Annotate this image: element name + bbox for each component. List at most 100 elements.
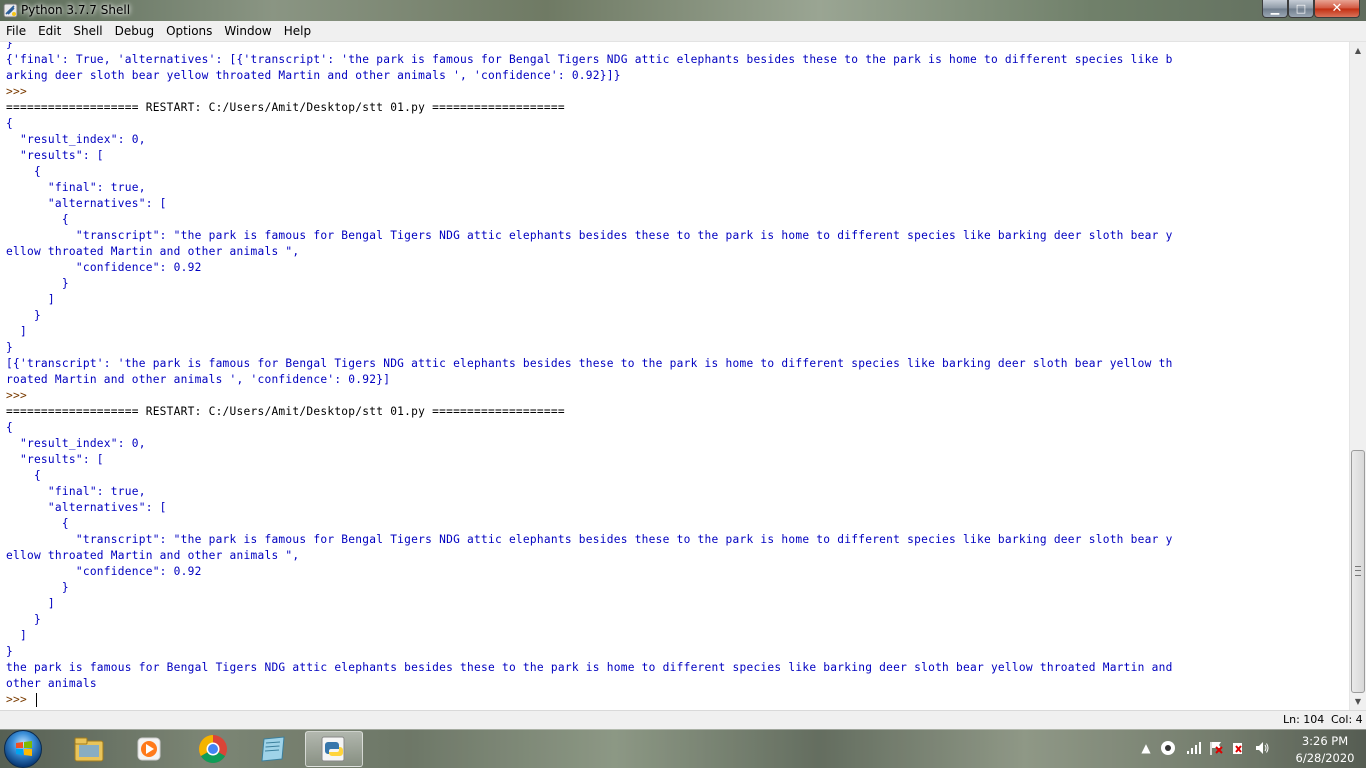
scrollbar-thumb[interactable] [1351, 450, 1365, 693]
menu-file[interactable]: File [0, 24, 32, 38]
show-hidden-icons-arrow-icon[interactable]: ▲ [1138, 740, 1154, 756]
shell-output-line: } [6, 580, 1173, 596]
shell-output-line: "confidence": 0.92 [6, 260, 1173, 276]
notepad-icon [261, 736, 285, 762]
shell-output-line: ellow throated Martin and other animals … [6, 548, 1173, 564]
shell-output-line: "transcript": "the park is famous for Be… [6, 532, 1173, 548]
line-text: { [6, 165, 41, 178]
vertical-scrollbar[interactable]: ▲ ▼ [1349, 42, 1366, 710]
shell-output-line: ] [6, 324, 1173, 340]
shell-output-line: ] [6, 628, 1173, 644]
line-text: >>> [6, 693, 34, 706]
line-text: { [6, 421, 13, 434]
line-text: { [6, 469, 41, 482]
line-text: ] [6, 597, 55, 610]
line-text: >>> [6, 85, 34, 98]
status-bar: Ln: 104 Col: 4 [0, 710, 1366, 729]
shell-output-line: ] [6, 292, 1173, 308]
windows-logo-icon [16, 741, 32, 756]
shell-output-line: arking deer sloth bear yellow throated M… [6, 68, 1173, 84]
line-text: "transcript": "the park is famous for Be… [6, 533, 1173, 546]
shell-output-line: "result_index": 0, [6, 436, 1173, 452]
shell-prompt-line: >>> [6, 84, 1173, 100]
menu-window[interactable]: Window [218, 24, 277, 38]
shell-output-line: "confidence": 0.92 [6, 564, 1173, 580]
title-bar[interactable]: Python 3.7.7 Shell ▁ □ ✕ [0, 0, 1366, 21]
shell-output-line: { [6, 516, 1173, 532]
line-text: } [6, 613, 41, 626]
clock-date[interactable]: 6/28/2020 [1290, 751, 1360, 765]
line-text: "transcript": "the park is famous for Be… [6, 229, 1173, 242]
chrome-icon [199, 735, 227, 763]
shell-output-line: the park is famous for Bengal Tigers NDG… [6, 660, 1173, 676]
shell-output-line: "alternatives": [ [6, 196, 1173, 212]
line-text: } [6, 645, 13, 658]
shell-output-line: "final": true, [6, 484, 1173, 500]
shell-output-line: [{'transcript': 'the park is famous for … [6, 356, 1173, 372]
menu-edit[interactable]: Edit [32, 24, 67, 38]
line-text: "result_index": 0, [6, 437, 146, 450]
shell-output-line: { [6, 164, 1173, 180]
line-text: ] [6, 293, 55, 306]
shell-text-area[interactable]: } {'final': True, 'alternatives': [{'tran… [0, 42, 1349, 710]
menu-bar: File Edit Shell Debug Options Window Hel… [0, 21, 1366, 42]
status-line-number: Ln: 104 [1283, 713, 1325, 726]
line-text: ellow throated Martin and other animals … [6, 245, 300, 258]
line-text: { [6, 213, 69, 226]
shell-output-line: } [6, 644, 1173, 660]
line-text: =================== RESTART: C:/Users/Am… [6, 405, 565, 418]
line-text: "final": true, [6, 181, 146, 194]
shell-output-line: } [6, 42, 1173, 52]
file-explorer-icon [74, 737, 104, 762]
scroll-down-arrow-icon[interactable]: ▼ [1350, 693, 1366, 710]
menu-shell[interactable]: Shell [67, 24, 108, 38]
line-text: roated Martin and other animals ', 'conf… [6, 373, 391, 386]
python-feather-icon [3, 3, 18, 18]
clock-time[interactable]: 3:26 PM [1293, 734, 1357, 748]
start-button[interactable] [4, 730, 42, 768]
taskbar-python-idle[interactable] [305, 731, 363, 767]
taskbar: ▲ 3:26 PM 6/28/2020 [0, 729, 1366, 768]
taskbar-media-player[interactable] [120, 731, 178, 767]
signal-strength-icon[interactable] [1186, 740, 1202, 756]
menu-options[interactable]: Options [160, 24, 218, 38]
text-cursor [35, 693, 37, 707]
taskbar-file-explorer[interactable] [60, 731, 118, 767]
shell-output-line: "transcript": "the park is famous for Be… [6, 228, 1173, 244]
menu-help[interactable]: Help [278, 24, 317, 38]
taskbar-chrome[interactable] [184, 731, 242, 767]
line-text: "results": [ [6, 453, 104, 466]
shell-prompt-line: >>> [6, 692, 1173, 708]
line-text: "result_index": 0, [6, 133, 146, 146]
action-center-flag-icon[interactable] [1208, 740, 1224, 756]
shell-prompt-line: >>> [6, 388, 1173, 404]
line-text: "confidence": 0.92 [6, 261, 202, 274]
close-button[interactable]: ✕ [1314, 0, 1360, 18]
line-text: ] [6, 629, 27, 642]
shell-output-line: "results": [ [6, 148, 1173, 164]
line-text: the park is famous for Bengal Tigers NDG… [6, 661, 1173, 674]
maximize-button[interactable]: □ [1288, 0, 1314, 18]
line-text: "results": [ [6, 149, 104, 162]
line-text: [{'transcript': 'the park is famous for … [6, 357, 1173, 370]
scrollbar-grip-icon [1355, 566, 1361, 576]
power-battery-icon[interactable] [1230, 740, 1246, 756]
shell-output-line: } [6, 276, 1173, 292]
shell-output-line: "results": [ [6, 452, 1173, 468]
shell-output-line: { [6, 116, 1173, 132]
scroll-up-arrow-icon[interactable]: ▲ [1350, 42, 1366, 59]
media-player-icon [137, 737, 161, 761]
volume-speaker-icon[interactable] [1254, 740, 1270, 756]
shell-output-line: { [6, 420, 1173, 436]
minimize-button[interactable]: ▁ [1262, 0, 1288, 18]
shell-output-line: "result_index": 0, [6, 132, 1173, 148]
shell-output-line: ] [6, 596, 1173, 612]
menu-debug[interactable]: Debug [109, 24, 160, 38]
line-text: "alternatives": [ [6, 501, 167, 514]
shell-output-line: "final": true, [6, 180, 1173, 196]
shell-output-line: "alternatives": [ [6, 500, 1173, 516]
shell-output-line: } [6, 340, 1173, 356]
network-disc-icon[interactable] [1160, 740, 1176, 756]
shell-output: } {'final': True, 'alternatives': [{'tran… [6, 42, 1173, 708]
taskbar-notepad[interactable] [244, 731, 302, 767]
